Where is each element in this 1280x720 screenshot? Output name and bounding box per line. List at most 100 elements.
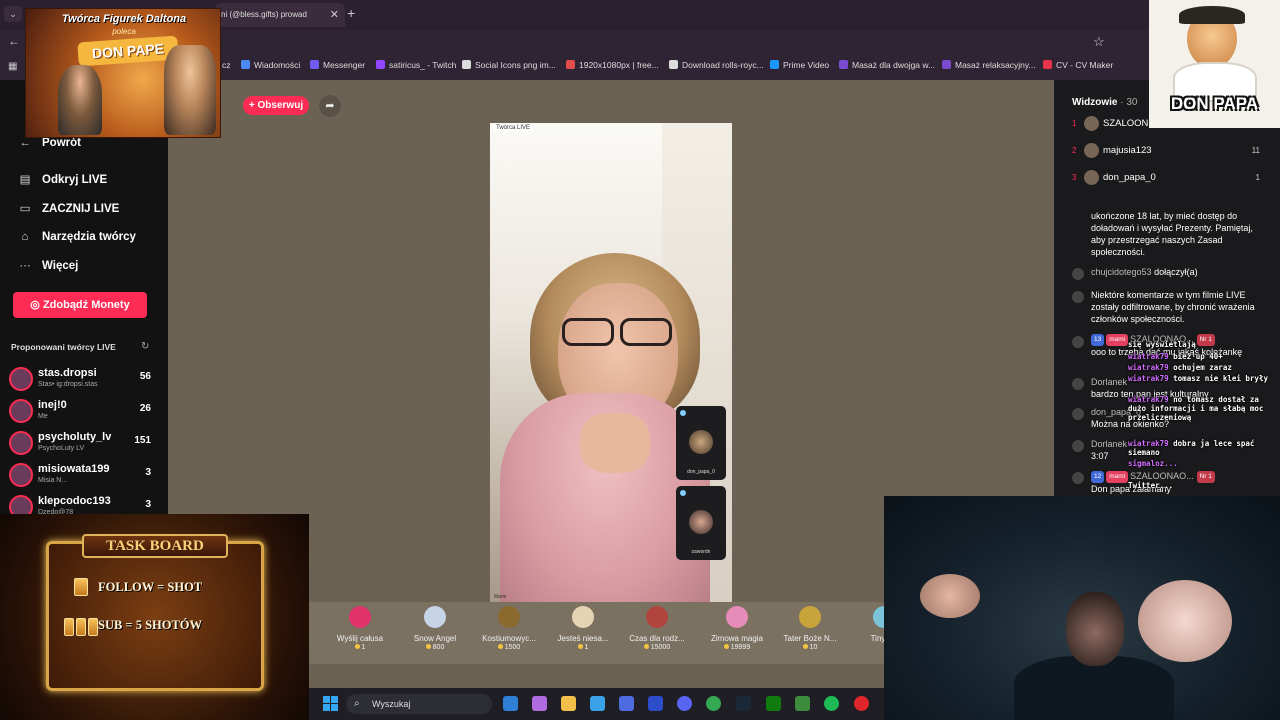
opera-icon[interactable]	[854, 696, 869, 711]
creator-avatar	[9, 399, 33, 423]
bookmark-label: satiricus_ - Twitch	[389, 60, 457, 70]
sponsor-line-1: Twórca Figurek Daltona	[61, 13, 187, 25]
tab-menu-icon[interactable]: ⌄	[4, 6, 22, 22]
task-board: TASK BOARD FOLLOW = SHOT SUB = 5 SHOTÓW	[0, 514, 309, 720]
gift-icon	[799, 606, 821, 628]
steam-icon[interactable]	[736, 696, 751, 711]
spotify-icon[interactable]	[824, 696, 839, 711]
suggested-creator[interactable]: misiowata199 Misia N... 3	[9, 461, 159, 489]
bookmark-item[interactable]: Download rolls-royc...	[669, 60, 764, 70]
minecraft-icon[interactable]	[795, 696, 810, 711]
viewer-avatar	[1084, 170, 1099, 185]
overlay-chat-text: ochujem zaraz	[1173, 363, 1232, 372]
nav-discover-live[interactable]: ▤ Odkryj LIVE	[16, 172, 108, 186]
pip-avatar	[689, 510, 713, 534]
explorer-icon[interactable]	[561, 696, 576, 711]
pip-name: don_papa_0	[687, 469, 715, 475]
bookmark-item[interactable]: satiricus_ - Twitch	[376, 60, 456, 70]
taskbar-search[interactable]: ⌕ Wyszukaj	[346, 694, 492, 714]
creator-name: psycholuty_lv	[38, 431, 112, 443]
xbox-icon[interactable]	[766, 696, 781, 711]
nav-back[interactable]: ← Powrót	[16, 137, 81, 149]
viewer-row[interactable]: 3 don_papa_0 1	[1070, 169, 1266, 189]
gift-item[interactable]: Tater Boże N... 10	[775, 606, 845, 651]
bookmark-icon	[942, 60, 951, 69]
bookmark-icon	[839, 60, 848, 69]
browser-tab[interactable]: ni (@bless.gifts) prowad ✕	[215, 3, 345, 27]
bookmark-item[interactable]: Masaż relaksacyjny...	[942, 60, 1036, 70]
video-host-glasses	[558, 318, 678, 346]
suggested-creator[interactable]: stas.dropsi Stas• ig:dropsi.stas 56	[9, 365, 159, 393]
bookmark-icon	[1043, 60, 1052, 69]
windows-icon[interactable]	[323, 696, 338, 711]
overlay-chat-line: wiatrak79 tomasz nie klei bryły	[1128, 374, 1278, 383]
webcam-head	[1066, 592, 1124, 666]
bookmark-item[interactable]: CV - CV Maker	[1043, 60, 1113, 70]
bookmark-item[interactable]: Masaż dla dwojga w...	[839, 60, 935, 70]
share-icon[interactable]: ➦	[319, 95, 341, 117]
vpn-icon[interactable]	[619, 696, 634, 711]
bookmark-item[interactable]: Social Icons png im...	[462, 60, 556, 70]
chat-text: dołączył(a)	[1154, 267, 1198, 277]
get-coins-button[interactable]: ◎ Zdobądź Monety	[13, 292, 147, 318]
l-app-icon[interactable]	[648, 696, 663, 711]
gift-item[interactable]: Kostiumowyc... 1500	[474, 606, 544, 651]
discord-icon[interactable]	[677, 696, 692, 711]
gift-item[interactable]: Jesteś niesa... 1	[548, 606, 618, 651]
overlay-chat-text: Twitter...	[1128, 481, 1174, 490]
nav-more[interactable]: ··· Więcej	[16, 260, 78, 272]
store-icon[interactable]	[590, 696, 605, 711]
tab-title: ni (@bless.gifts) prowad	[221, 10, 307, 19]
nav-creator-tools[interactable]: ⌂ Narzędzia twórcy	[16, 231, 136, 243]
viewer-row[interactable]: 2 majusia123 11	[1070, 142, 1266, 162]
widgets-icon[interactable]	[503, 696, 518, 711]
bookmark-icon	[376, 60, 385, 69]
overlay-chat-user: wiatrak79	[1128, 363, 1169, 372]
browser-back-icon[interactable]: ←	[8, 34, 20, 48]
tab-close-icon[interactable]: ✕	[330, 3, 339, 27]
gift-item[interactable]: Snow Angel 800	[400, 606, 470, 651]
overlay-chat-text: tomasz nie klei bryły	[1173, 374, 1268, 383]
refresh-icon[interactable]: ↻	[141, 341, 149, 352]
gift-name: Jesteś niesa...	[557, 634, 609, 643]
viewer-name: majusia123	[1103, 145, 1152, 156]
gift-item[interactable]: Zimowa magia 19999	[702, 606, 772, 651]
level-badge: 13	[1091, 334, 1105, 346]
bookmark-icon	[566, 60, 575, 69]
bookmark-item[interactable]: 1920x1080px | free...	[566, 60, 659, 70]
overlay-chat-line: wiatrak79 ochujem zaraz	[1128, 363, 1278, 372]
pip-guest-2[interactable]: zawordn	[676, 486, 726, 560]
creator-avatar	[9, 431, 33, 455]
suggested-creator[interactable]: psycholuty_lv PsychoLuty LV 151	[9, 429, 159, 457]
gift-name: Zimowa magia	[710, 634, 763, 643]
chat-username: Dorlanek	[1091, 377, 1128, 387]
video-live-label: Twórca LIVE	[493, 125, 534, 131]
chat-text: ukończone 18 lat, by mieć dostęp do doła…	[1091, 211, 1253, 257]
gift-name: Wyślij całusa	[336, 634, 384, 643]
follow-button[interactable]: + Obserwuj	[243, 96, 309, 115]
bookmark-star-icon[interactable]: ☆	[1093, 34, 1105, 50]
bookmark-item[interactable]: Messenger	[310, 60, 365, 70]
pip-guest-1[interactable]: don_papa_0	[676, 406, 726, 480]
gift-item[interactable]: Czas dla rodz... 15000	[622, 606, 692, 651]
nav-start-live[interactable]: ▭ ZACZNIJ LIVE	[16, 201, 120, 215]
copilot-icon[interactable]	[532, 696, 547, 711]
sponsor-brand: DON PAPE	[77, 35, 179, 67]
bookmark-item[interactable]: Wiadomości	[241, 60, 300, 70]
bookmark-item[interactable]: cz	[222, 60, 231, 70]
gift-icon	[498, 606, 520, 628]
apps-grid-icon[interactable]: ▦	[8, 61, 17, 72]
gift-price: 10	[775, 644, 845, 651]
overlay-chat-user: wiatrak79	[1128, 439, 1169, 448]
chrome-icon[interactable]	[706, 696, 721, 711]
chat-message: chujcidotego53 dołączył(a)	[1091, 266, 1267, 278]
bookmark-item[interactable]: Prime Video	[770, 60, 829, 70]
suggested-creator[interactable]: inej!0 Me 26	[9, 397, 159, 425]
logo-name: DON PAPA	[1170, 94, 1259, 113]
new-tab-icon[interactable]: +	[347, 5, 355, 21]
sponsor-figure-man	[164, 45, 216, 135]
viewer-rank: 1	[1072, 119, 1077, 128]
gift-price: 15000	[622, 644, 692, 651]
gift-item[interactable]: Wyślij całusa 1	[325, 606, 395, 651]
video-host-name: Mami	[494, 594, 507, 600]
